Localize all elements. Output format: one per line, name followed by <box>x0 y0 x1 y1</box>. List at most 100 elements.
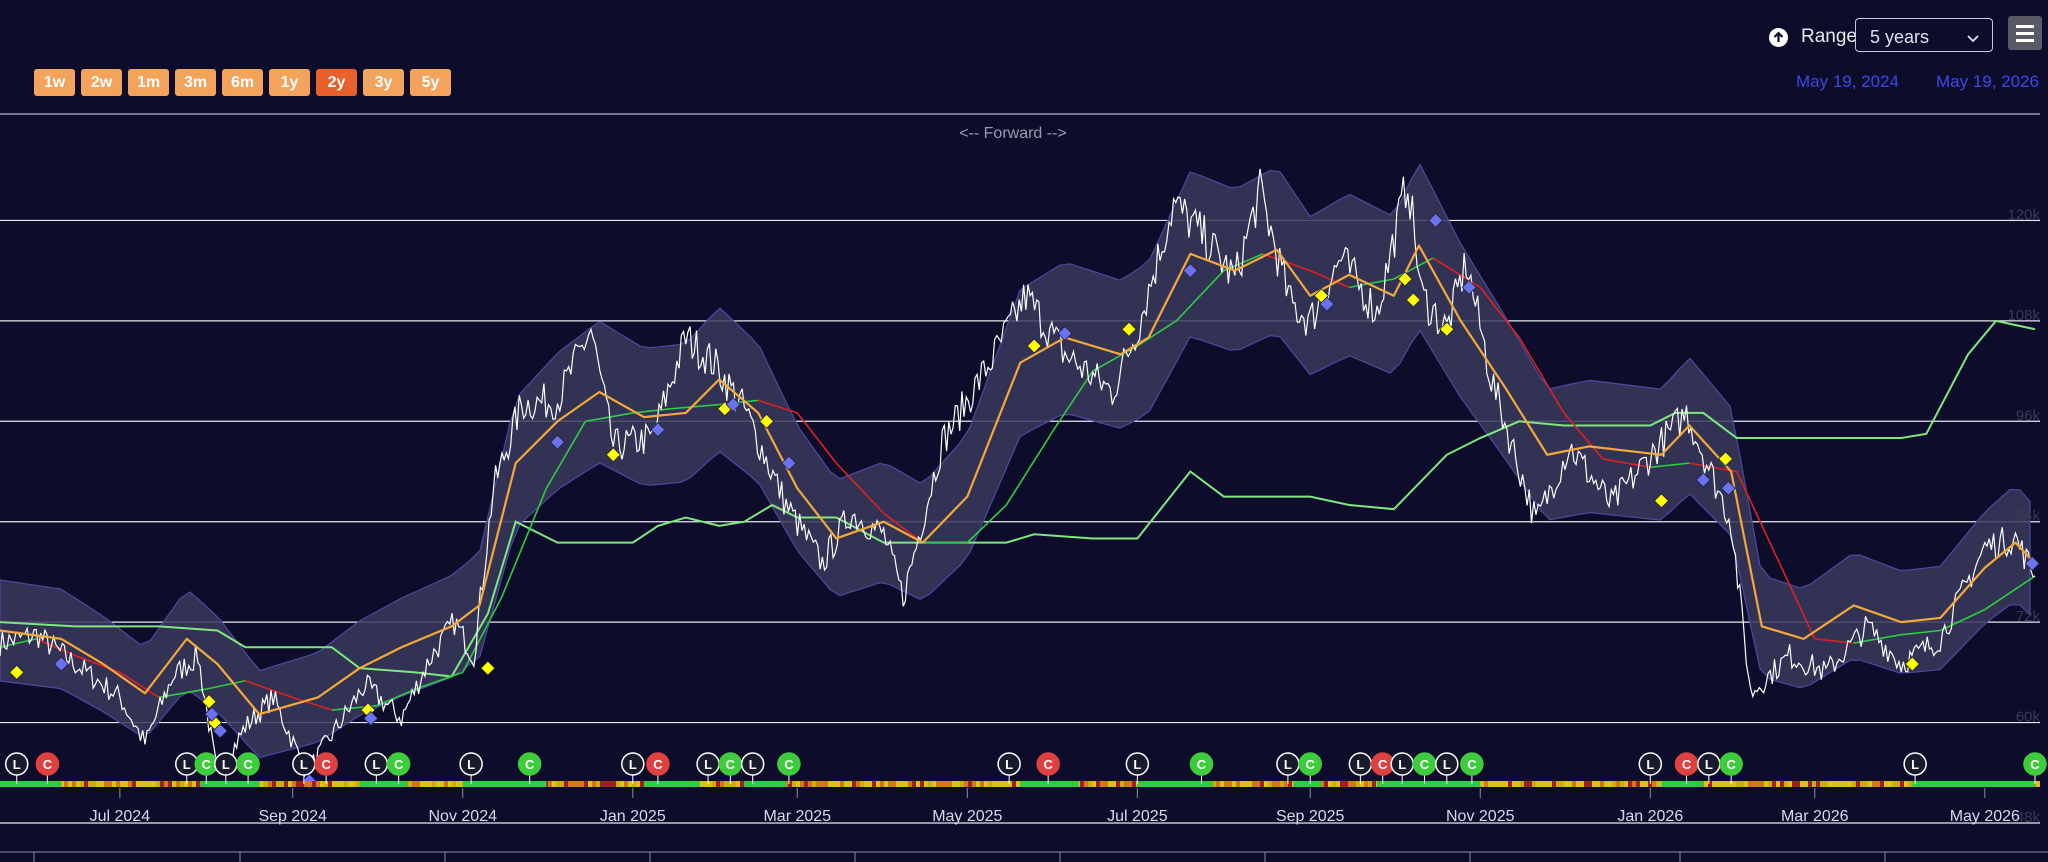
signal-badge-close[interactable]: C <box>1370 752 1395 784</box>
signal-badge-long[interactable]: L <box>459 752 483 784</box>
strip-cell <box>448 781 452 787</box>
strip-cell <box>1000 781 1004 787</box>
signal-badge-close[interactable]: C <box>646 752 670 784</box>
signal-badge-close[interactable]: C <box>1412 752 1437 784</box>
range-button-2w[interactable]: 2w <box>81 69 122 96</box>
signal-badge-long[interactable]: L <box>1697 752 1721 784</box>
menu-icon[interactable] <box>2008 16 2042 50</box>
range-button-3y[interactable]: 3y <box>363 69 404 96</box>
strip-cell <box>604 781 608 787</box>
signal-badge-long[interactable]: L <box>1903 752 1927 784</box>
signal-badge-long[interactable]: L <box>1348 752 1373 784</box>
range-select-value: 5 years <box>1870 27 1930 47</box>
strip-cell <box>1080 781 1084 787</box>
signal-badge-long[interactable]: L <box>1125 752 1150 784</box>
strip-green-segment <box>1293 781 1322 787</box>
arrow-up-icon[interactable] <box>1769 28 1788 47</box>
strip-cell <box>416 781 420 787</box>
signal-label: L <box>1443 757 1451 772</box>
strip-cell <box>1100 781 1104 787</box>
strip-cell <box>1872 781 1876 787</box>
strip-cell <box>1752 781 1756 787</box>
strip-cell <box>1608 781 1612 787</box>
signal-badge-long[interactable]: L <box>696 752 720 784</box>
signal-badge-long[interactable]: L <box>1435 752 1459 784</box>
signal-badge-long[interactable]: L <box>4 752 29 784</box>
strip-cell <box>1720 781 1724 787</box>
strip-cell <box>1352 781 1356 787</box>
strip-cell <box>1232 781 1236 787</box>
strip-cell <box>940 781 944 787</box>
strip-cell <box>1544 781 1548 787</box>
signal-badge-close[interactable]: C <box>1189 752 1214 784</box>
strip-cell <box>892 781 896 787</box>
signal-badge-long[interactable]: L <box>740 752 765 784</box>
strip-cell <box>568 781 572 787</box>
strip-cell <box>1268 781 1272 787</box>
signal-badge-close[interactable]: C <box>1674 752 1699 784</box>
strip-green-segment <box>0 781 62 787</box>
strip-cell <box>1724 781 1728 787</box>
strip-cell <box>1016 781 1020 787</box>
strip-cell <box>1840 781 1844 787</box>
signal-badge-close[interactable]: C <box>1298 752 1322 784</box>
signal-badge-close[interactable]: C <box>386 752 411 784</box>
strip-cell <box>1096 781 1100 787</box>
signal-label: C <box>1043 757 1053 772</box>
signal-badge-close[interactable]: C <box>2023 752 2047 784</box>
strip-cell <box>116 781 120 787</box>
range-button-5y[interactable]: 5y <box>410 69 451 96</box>
signal-badge-long[interactable]: L <box>997 752 1021 784</box>
strip-cell <box>992 781 996 787</box>
strip-cell <box>1904 781 1908 787</box>
range-buttons: 1w 2w 1m 3m 6m 1y 2y 3y 5y <box>34 69 451 96</box>
signal-badge-close[interactable]: C <box>1719 752 1743 784</box>
signal-badge-close[interactable]: C <box>1036 752 1060 784</box>
strip-cell <box>1656 781 1660 787</box>
range-button-3m[interactable]: 3m <box>175 69 216 96</box>
signal-badge-long[interactable]: L <box>214 752 238 784</box>
strip-cell <box>700 781 704 787</box>
signal-badge-close[interactable]: C <box>718 752 743 784</box>
x-tick-label: Jul 2024 <box>90 808 151 825</box>
strip-cell <box>156 781 160 787</box>
strip-cell <box>412 781 416 787</box>
signal-badge-long[interactable]: L <box>364 752 389 784</box>
x-tick-label: Nov 2025 <box>1446 808 1515 825</box>
strip-cell <box>1868 781 1872 787</box>
x-tick-label: May 2026 <box>1950 808 2020 825</box>
range-button-1y[interactable]: 1y <box>269 69 310 96</box>
signal-badge-close[interactable]: C <box>194 752 219 784</box>
strip-cell <box>1552 781 1556 787</box>
strip-cell <box>88 781 92 787</box>
strip-cell <box>1896 781 1900 787</box>
strip-cell <box>1368 781 1372 787</box>
signal-badge-long[interactable]: L <box>621 752 645 784</box>
strip-cell <box>1744 781 1748 787</box>
strip-cell <box>1364 781 1368 787</box>
price-chart[interactable]: 120k108k96k84k72k60k48k LCLCLCLCLCLCLCLC… <box>0 0 2048 862</box>
strip-cell <box>1576 781 1580 787</box>
signal-badge-long[interactable]: L <box>1390 752 1414 784</box>
signal-badge-close[interactable]: C <box>236 752 260 784</box>
strip-cell <box>912 781 916 787</box>
signal-badge-close[interactable]: C <box>314 752 338 784</box>
range-button-1w[interactable]: 1w <box>34 69 75 96</box>
range-button-6m[interactable]: 6m <box>222 69 263 96</box>
strip-cell <box>556 781 560 787</box>
signal-badge-close[interactable]: C <box>777 752 801 784</box>
strip-cell <box>1348 781 1352 787</box>
strip-cell <box>900 781 904 787</box>
signal-badge-close[interactable]: C <box>1460 752 1484 784</box>
signal-badge-long[interactable]: L <box>1638 752 1663 784</box>
signal-badge-close[interactable]: C <box>517 752 542 784</box>
signal-badge-long[interactable]: L <box>1276 752 1300 784</box>
range-button-1m[interactable]: 1m <box>128 69 169 96</box>
range-button-2y[interactable]: 2y <box>316 69 357 96</box>
range-select[interactable]: 5 years <box>1855 18 1993 52</box>
strip-cell <box>916 781 920 787</box>
strip-cell <box>1288 781 1292 787</box>
signal-badge-close[interactable]: C <box>35 752 60 784</box>
signal-badge-long[interactable]: L <box>175 752 199 784</box>
strip-cell <box>980 781 984 787</box>
